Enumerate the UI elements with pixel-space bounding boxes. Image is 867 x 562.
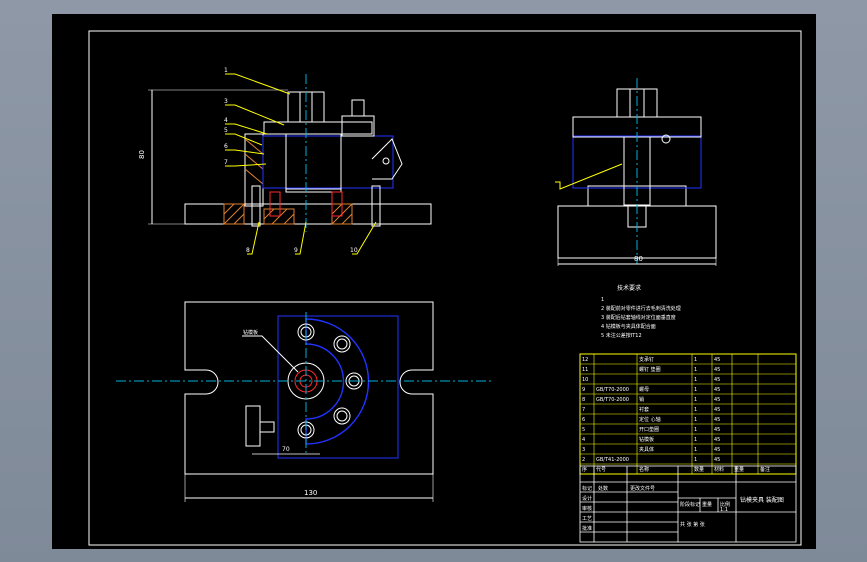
svg-text:更改文件号: 更改文件号 <box>630 485 655 492</box>
bom-cell: 9 <box>582 387 585 393</box>
bom-cell: 定位 心轴 <box>639 416 661 423</box>
bom-table: 12 支承钉 1 4511 螺钉 垫圈 1 4510 1 459 GB/T70-2000 螺母 1 45… <box>579 353 797 475</box>
bom-cell: 螺母 <box>639 386 649 393</box>
svg-text:处数: 处数 <box>598 485 608 492</box>
bom-cell: 8 <box>582 397 585 403</box>
bom-cell: 45 <box>714 447 720 453</box>
bom-cell: 2 <box>582 457 585 463</box>
svg-text:7: 7 <box>224 159 228 166</box>
bom-header-cell: 备注 <box>760 466 770 473</box>
svg-text:阶段标记: 阶段标记 <box>680 501 700 508</box>
bom-cell: 45 <box>714 437 720 443</box>
cad-drawing: 80 1 3 4 5 6 7 8 9 10 80 钻模板 70 130 技术要求… <box>88 30 802 546</box>
bom-cell: 1 <box>694 397 697 403</box>
bom-cell: 1 <box>694 457 697 463</box>
bom-cell: GB/T70-2000 <box>596 387 629 393</box>
bom-cell: 1 <box>694 387 697 393</box>
bom-cell: 45 <box>714 367 720 373</box>
bom-cell: 销 <box>639 396 644 403</box>
bom-cell: 3 <box>582 447 585 453</box>
svg-text:5 未注公差按IT12: 5 未注公差按IT12 <box>601 332 642 339</box>
svg-text:4: 4 <box>224 117 228 124</box>
bom-cell: 1 <box>694 377 697 383</box>
svg-text:2 装配前对零件进行去毛刺清洗处理: 2 装配前对零件进行去毛刺清洗处理 <box>601 305 681 312</box>
front-view: 80 1 3 4 5 6 7 8 9 10 <box>138 67 432 255</box>
svg-text:工艺: 工艺 <box>582 516 592 522</box>
bom-cell: 45 <box>714 397 720 403</box>
bom-cell: 45 <box>714 377 720 383</box>
side-body-hidden <box>572 135 702 189</box>
plan-clamp <box>245 405 261 447</box>
bom-cell: 7 <box>582 407 585 413</box>
bom-cell: 45 <box>714 417 720 423</box>
bom-cell: 1 <box>694 427 697 433</box>
plan-width-label: 130 <box>304 489 317 497</box>
bom-cell: 5 <box>582 427 585 433</box>
technical-notes: 技术要求 1 2 装配前对零件进行去毛刺清洗处理 3 装配后钻套轴线对定位面垂直… <box>601 284 681 339</box>
side-width-label: 80 <box>634 255 643 263</box>
svg-text:10: 10 <box>350 247 358 254</box>
svg-text:4 钻模板与夹具体配合面: 4 钻模板与夹具体配合面 <box>601 323 656 330</box>
bom-cell: 支承钉 <box>639 356 654 363</box>
svg-text:3: 3 <box>224 98 228 105</box>
bom-cell: 1 <box>694 447 697 453</box>
bom-cell: 1 <box>694 417 697 423</box>
bom-header-cell: 材料 <box>714 466 724 473</box>
plan-callout: 钻模板 <box>243 329 258 336</box>
drawing-name: 钻模夹具 装配图 <box>740 496 784 504</box>
drawing-viewport[interactable]: 80 1 3 4 5 6 7 8 9 10 80 钻模板 70 130 技术要求… <box>0 0 867 562</box>
bom-cell: 10 <box>582 377 588 383</box>
svg-text:审核: 审核 <box>582 505 592 512</box>
bom-cell: 螺钉 垫圈 <box>639 366 661 373</box>
bom-header-cell: 序 <box>582 466 587 473</box>
bom-cell: 6 <box>582 417 585 423</box>
front-base-plate <box>184 203 432 225</box>
bom-cell: 1 <box>694 437 697 443</box>
svg-text:重量: 重量 <box>702 501 712 508</box>
front-hatch <box>223 203 353 225</box>
bom-cell: 钻模板 <box>639 436 654 443</box>
front-body-hidden <box>262 135 394 189</box>
plan-inner-label: 70 <box>282 446 290 453</box>
bom-cell: 4 <box>582 437 585 443</box>
svg-text:5: 5 <box>224 127 228 134</box>
svg-text:1: 1 <box>224 67 228 74</box>
bom-header-cell: 重量 <box>734 466 744 473</box>
bom-cell: 11 <box>582 367 588 373</box>
svg-text:3 装配后钻套轴线对定位面垂直度: 3 装配后钻套轴线对定位面垂直度 <box>601 314 676 321</box>
bom-cell: 45 <box>714 387 720 393</box>
bom-cell: 45 <box>714 407 720 413</box>
front-body <box>285 133 342 193</box>
bom-cell: 开口垫圈 <box>639 426 659 433</box>
bom-cell: 1 <box>694 367 697 373</box>
side-view: 80 <box>555 78 717 266</box>
bom-cell: 45 <box>714 427 720 433</box>
bom-header-cell: 名称 <box>639 466 649 473</box>
bom-cell: 衬套 <box>639 406 649 413</box>
plan-view: 钻模板 70 130 <box>116 301 494 502</box>
svg-text:批准: 批准 <box>582 525 592 532</box>
bom-cell: 45 <box>714 457 720 463</box>
bom-cell: GB/T70-2000 <box>596 397 629 403</box>
bom-cell: 45 <box>714 357 720 363</box>
svg-text:设计: 设计 <box>582 495 592 502</box>
bom-cell: GB/T41-2000 <box>596 457 629 463</box>
svg-text:6: 6 <box>224 143 228 150</box>
bom-header-cell: 代号 <box>596 466 606 473</box>
bom-cell: 夹具体 <box>639 446 654 453</box>
svg-text:技术要求: 技术要求 <box>617 284 641 292</box>
svg-text:1:1: 1:1 <box>720 507 728 513</box>
bom-cell: 1 <box>694 357 697 363</box>
svg-text:共 张 第 张: 共 张 第 张 <box>680 521 705 528</box>
front-height-label: 80 <box>138 150 146 159</box>
svg-text:标记: 标记 <box>582 485 592 492</box>
drawing-sheet[interactable]: 80 1 3 4 5 6 7 8 9 10 80 钻模板 70 130 技术要求… <box>52 14 816 549</box>
front-balloon-labels: 1 3 4 5 6 7 8 9 10 <box>224 67 358 254</box>
bom-cell: 1 <box>694 407 697 413</box>
svg-text:9: 9 <box>294 247 298 254</box>
bom-cell: 12 <box>582 357 588 363</box>
svg-text:1: 1 <box>601 297 604 303</box>
bom-header-cell: 数量 <box>694 466 704 473</box>
svg-text:8: 8 <box>246 247 250 254</box>
